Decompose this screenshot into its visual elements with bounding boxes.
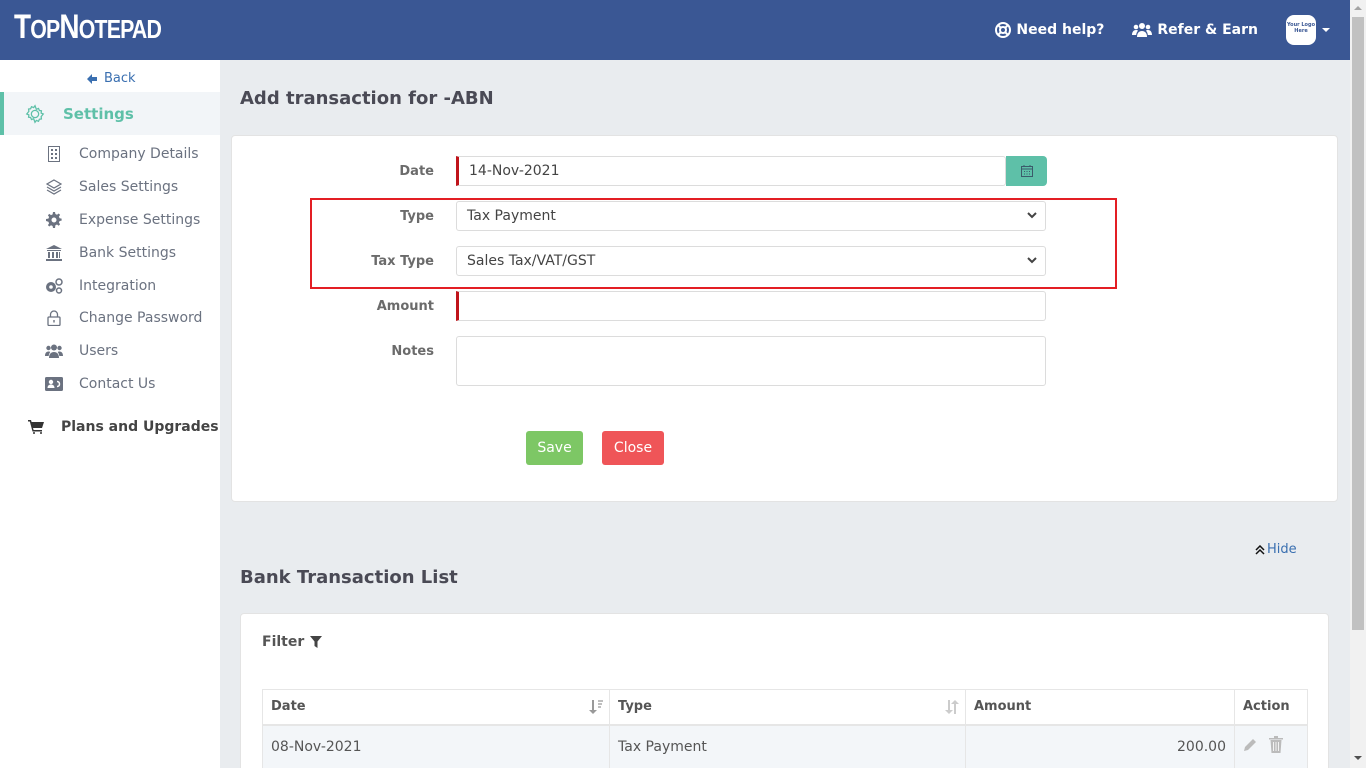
back-label: Back [104, 71, 136, 86]
users-icon [45, 344, 63, 359]
hide-link[interactable]: Hide [1255, 542, 1297, 557]
type-label: Type [400, 209, 434, 224]
transaction-list-card: Filter Date Type Amount Action 08-Nov-20… [240, 613, 1329, 768]
sidebar: Back Settings Company Details Sales Sett… [0, 60, 220, 768]
column-label: Type [618, 699, 652, 715]
column-header-action: Action [1234, 689, 1308, 726]
sidebar-item-label: Integration [79, 277, 157, 294]
sidebar-item-label: Sales Settings [79, 179, 179, 196]
caret-down-icon [1322, 28, 1330, 32]
need-help-link[interactable]: Need help? [995, 22, 1104, 38]
delete-button[interactable] [1269, 736, 1283, 757]
page-scrollbar[interactable] [1350, 0, 1366, 768]
filter-label: Filter [262, 634, 305, 650]
tax-type-value: Sales Tax/VAT/GST [467, 253, 596, 269]
hide-label: Hide [1267, 542, 1297, 557]
type-select[interactable]: Tax Payment [456, 201, 1046, 231]
add-transaction-form: Date 14-Nov-2021 Type Tax Payment Tax Ty… [231, 135, 1338, 502]
type-value: Tax Payment [467, 208, 556, 224]
sort-descending-icon[interactable] [589, 700, 603, 714]
edit-button[interactable] [1243, 738, 1257, 756]
sidebar-item-label: Contact Us [79, 375, 156, 392]
list-title: Bank Transaction List [240, 567, 458, 588]
filter-toggle[interactable]: Filter [262, 634, 323, 650]
sidebar-item-label: Expense Settings [79, 211, 201, 228]
date-input[interactable]: 14-Nov-2021 [456, 156, 1006, 186]
sidebar-item-integration[interactable]: Integration [0, 269, 220, 302]
settings-label: Settings [63, 104, 134, 123]
save-button[interactable]: Save [526, 431, 583, 465]
tax-type-label: Tax Type [371, 254, 434, 269]
cell-date: 08-Nov-2021 [262, 724, 610, 768]
lock-icon [47, 310, 61, 327]
notes-label: Notes [391, 344, 434, 359]
cogs-icon [46, 277, 63, 294]
column-header-amount: Amount [965, 689, 1235, 726]
sidebar-section-settings[interactable]: Settings [0, 92, 220, 135]
column-header-date[interactable]: Date [262, 689, 610, 726]
sidebar-item-label: Company Details [79, 146, 199, 163]
scroll-up-arrow-icon[interactable] [1354, 6, 1362, 10]
sidebar-item-sales-settings[interactable]: Sales Settings [0, 171, 220, 204]
calendar-icon [1020, 165, 1033, 177]
refer-earn-label: Refer & Earn [1157, 22, 1258, 38]
back-link[interactable]: Back [86, 71, 136, 86]
shopping-cart-icon [28, 420, 44, 434]
chevron-down-icon [1027, 257, 1037, 264]
scroll-thumb[interactable] [1352, 17, 1364, 630]
sidebar-item-plans-upgrades[interactable]: Plans and Upgrades [0, 415, 219, 439]
amount-input[interactable] [456, 291, 1046, 321]
app-logo[interactable]: TOPNOTEPAD [14, 8, 162, 47]
notes-textarea[interactable] [456, 336, 1046, 386]
pencil-icon [1244, 738, 1256, 751]
column-label: Date [271, 699, 306, 715]
cell-amount: 200.00 [965, 724, 1235, 768]
sidebar-item-label: Change Password [79, 310, 203, 327]
building-icon [48, 146, 60, 163]
top-navbar: TOPNOTEPAD Need help? Refer & Earn Your … [0, 0, 1350, 60]
amount-label: Amount [376, 299, 434, 314]
lifebuoy-icon [995, 22, 1012, 38]
date-label: Date [399, 164, 434, 179]
bank-icon [46, 244, 62, 261]
sidebar-item-label: Bank Settings [79, 244, 177, 261]
chevron-down-icon [1027, 212, 1037, 219]
layers-icon [46, 179, 62, 195]
sidebar-item-label: Users [79, 343, 119, 360]
sort-icon[interactable] [945, 700, 959, 714]
double-chevron-up-icon [1255, 544, 1265, 555]
close-button[interactable]: Close [602, 431, 664, 465]
date-value: 14-Nov-2021 [469, 163, 560, 179]
account-menu[interactable]: Your Logo Here [1286, 15, 1330, 45]
gear-icon [25, 103, 45, 124]
sidebar-item-expense-settings[interactable]: Expense Settings [0, 204, 220, 237]
tax-type-select[interactable]: Sales Tax/VAT/GST [456, 246, 1046, 276]
arrow-left-icon [87, 73, 97, 84]
cog-icon [46, 211, 62, 228]
column-label: Action [1243, 699, 1290, 715]
trash-icon [1269, 736, 1283, 753]
refer-earn-link[interactable]: Refer & Earn [1132, 22, 1258, 38]
scroll-down-arrow-icon[interactable] [1354, 756, 1362, 760]
table-row: 08-Nov-2021 Tax Payment 200.00 [262, 724, 1308, 768]
filter-icon [310, 636, 323, 648]
transactions-table: Date Type Amount Action 08-Nov-2021 Tax … [262, 689, 1308, 768]
need-help-label: Need help? [1016, 22, 1105, 38]
sidebar-item-company-details[interactable]: Company Details [0, 138, 220, 171]
contact-card-icon [45, 376, 63, 391]
calendar-button[interactable] [1006, 156, 1047, 186]
sidebar-item-bank-settings[interactable]: Bank Settings [0, 236, 220, 269]
avatar: Your Logo Here [1286, 15, 1316, 45]
sidebar-item-change-password[interactable]: Change Password [0, 302, 220, 335]
users-icon [1132, 23, 1153, 37]
column-label: Amount [974, 699, 1032, 715]
sidebar-item-users[interactable]: Users [0, 335, 220, 368]
page-title: Add transaction for -ABN [240, 88, 494, 109]
cell-action [1234, 724, 1308, 768]
plans-label: Plans and Upgrades [61, 419, 219, 435]
cell-type: Tax Payment [609, 724, 966, 768]
sidebar-item-contact-us[interactable]: Contact Us [0, 368, 220, 401]
column-header-type[interactable]: Type [609, 689, 966, 726]
